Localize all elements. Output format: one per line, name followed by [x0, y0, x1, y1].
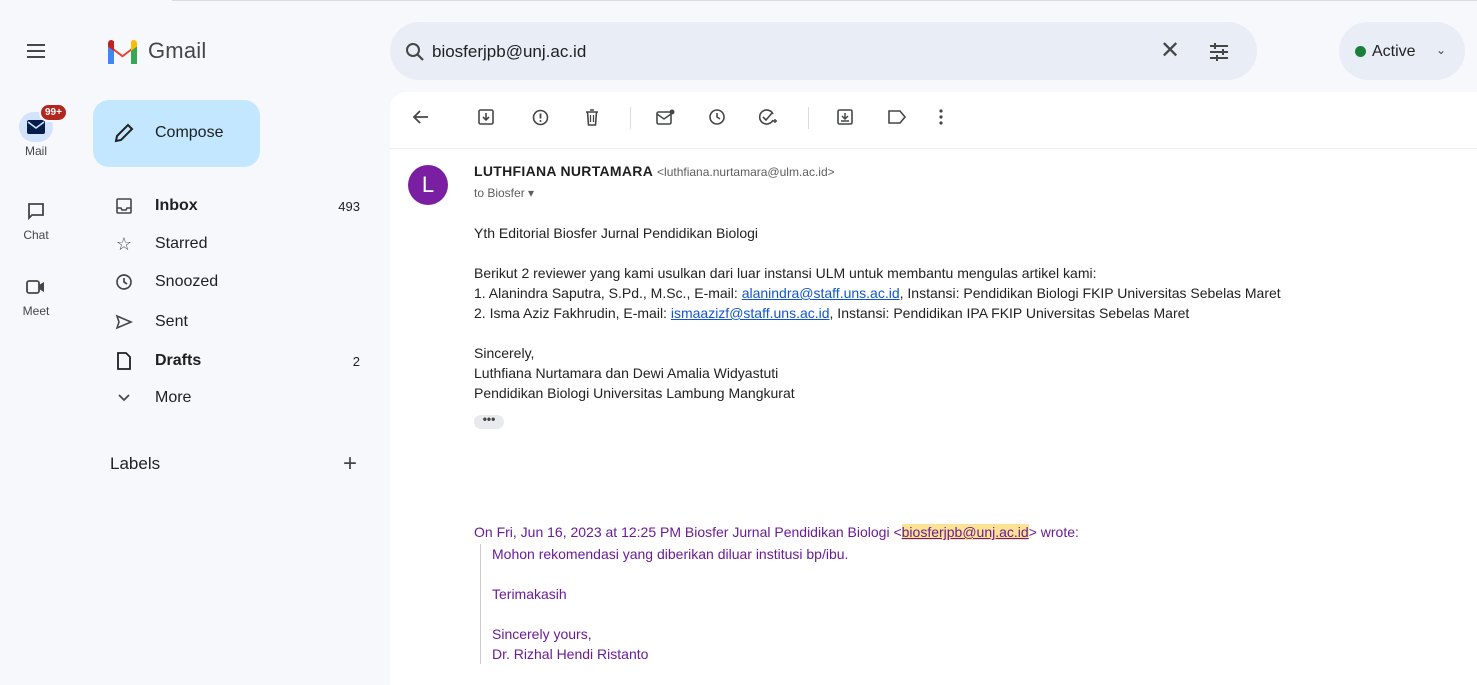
labels-heading: Labels [110, 454, 161, 473]
more-options-icon[interactable] [930, 106, 952, 128]
rail-mail-label: Mail [24, 144, 47, 158]
message-pane: L LUTHFIANA NURTAMARA <luthfiana.nurtama… [390, 92, 1477, 685]
quoted-message: Mohon rekomendasi yang diberikan diluar … [480, 544, 848, 664]
chevron-down-icon [112, 386, 136, 410]
rail-chat-label: Chat [23, 228, 49, 242]
sender-avatar[interactable]: L [408, 165, 448, 205]
compose-label: Compose [155, 124, 224, 141]
video-icon [26, 280, 44, 294]
sender-email: <luthfiana.nurtamara@ulm.ac.id> [657, 165, 835, 179]
nav-label: Starred [155, 235, 208, 252]
rail-meet-label: Meet [22, 304, 50, 318]
rail-meet[interactable]: Meet [0, 272, 72, 318]
add-to-tasks-icon[interactable] [756, 106, 778, 128]
status-label: Active [1372, 43, 1416, 60]
caret-down-icon: ▾ [528, 186, 535, 200]
nav-item-more[interactable]: More [94, 382, 376, 414]
status-dot [1355, 46, 1366, 57]
send-icon [112, 310, 136, 334]
clock-icon [112, 270, 136, 294]
nav-count: 493 [338, 198, 360, 214]
message-toolbar [390, 92, 1477, 142]
quoted-email-link[interactable]: biosferjpb@unj.ac.id [901, 524, 1029, 540]
signature-line-2: Pendidikan Biologi Universitas Lambung M… [474, 385, 795, 401]
nav-item-sent[interactable]: Sent [94, 306, 376, 338]
nav-item-drafts[interactable]: Drafts 2 [94, 345, 376, 377]
show-trimmed-content-button[interactable]: ••• [474, 413, 504, 429]
report-spam-icon[interactable] [529, 106, 551, 128]
tune-icon[interactable] [1207, 40, 1231, 64]
nav-count: 2 [352, 353, 360, 369]
gmail-m-icon [108, 39, 137, 64]
sender-line: LUTHFIANA NURTAMARA <luthfiana.nurtamara… [474, 163, 835, 179]
draft-icon [112, 349, 136, 373]
greeting-text: Yth Editorial Biosfer Jurnal Pendidikan … [474, 225, 759, 241]
star-icon: ☆ [115, 233, 133, 254]
label-icon[interactable] [886, 106, 908, 128]
nav-item-starred[interactable]: ☆ Starred [94, 228, 376, 260]
mark-unread-icon[interactable] [654, 106, 676, 128]
toolbar-divider-line [390, 148, 1477, 149]
search-bar[interactable]: biosferjpb@unj.ac.id ✕ [390, 22, 1257, 80]
archive-icon[interactable] [475, 106, 497, 128]
gmail-logo[interactable]: Gmail [106, 38, 206, 64]
snooze-icon[interactable] [706, 106, 728, 128]
close-icon[interactable]: ✕ [1160, 39, 1180, 63]
message-body: Yth Editorial Biosfer Jurnal Pendidikan … [474, 223, 1281, 429]
main-menu-icon[interactable] [24, 40, 48, 64]
reviewer-email-link-2[interactable]: ismaazizf@staff.uns.ac.id [671, 305, 830, 321]
app-name: Gmail [148, 38, 207, 63]
rail-mail[interactable]: 99+ Mail [0, 103, 72, 158]
compose-button[interactable]: Compose [93, 100, 260, 167]
signature-line-1: Luthfiana Nurtamara dan Dewi Amalia Widy… [474, 365, 779, 381]
nav-label: Sent [155, 313, 188, 330]
status-selector[interactable]: Active ⌄ [1339, 22, 1465, 80]
trash-icon[interactable] [581, 106, 603, 128]
nav-label: Drafts [155, 352, 202, 369]
pencil-icon [114, 123, 134, 143]
quoted-line: Mohon rekomendasi yang diberikan diluar … [492, 546, 849, 562]
search-icon[interactable] [403, 40, 427, 64]
toolbar-divider [808, 107, 809, 129]
search-input[interactable]: biosferjpb@unj.ac.id [432, 42, 586, 62]
nav-item-snoozed[interactable]: Snoozed [94, 266, 376, 298]
inbox-icon [112, 194, 136, 218]
nav-label: More [155, 389, 192, 406]
reviewer-line-1: 1. Alanindra Saputra, S.Pd., M.Sc., E-ma… [474, 285, 1281, 301]
sender-name[interactable]: LUTHFIANA NURTAMARA [474, 163, 653, 179]
recipient-details[interactable]: to Biosfer ▾ [474, 186, 534, 200]
rail-chat[interactable]: Chat [0, 196, 72, 242]
nav-item-inbox[interactable]: Inbox 493 [94, 190, 376, 222]
intro-text: Berikut 2 reviewer yang kami usulkan dar… [474, 265, 1097, 281]
add-label-icon[interactable]: + [343, 450, 357, 478]
back-arrow-icon[interactable] [410, 106, 432, 128]
quoted-line: Dr. Rizhal Hendi Ristanto [492, 646, 649, 662]
chevron-down-icon: ⌄ [1436, 43, 1447, 57]
chat-icon [28, 202, 44, 220]
reviewer-email-link-1[interactable]: alanindra@staff.uns.ac.id [742, 285, 900, 301]
quoted-header: On Fri, Jun 16, 2023 at 12:25 PM Biosfer… [474, 524, 1079, 540]
nav-label: Inbox [155, 197, 198, 214]
quoted-line: Terimakasih [492, 586, 567, 602]
reviewer-line-2: 2. Isma Aziz Fakhrudin, E-mail: ismaaziz… [474, 305, 1190, 321]
toolbar-divider [630, 107, 631, 129]
mail-icon [27, 120, 45, 134]
unread-badge: 99+ [39, 103, 68, 122]
nav-label: Snoozed [155, 273, 219, 290]
header: Gmail biosferjpb@unj.ac.id ✕ Active ⌄ [0, 0, 1477, 92]
recipient-text: to Biosfer [474, 186, 525, 200]
quoted-line: Sincerely yours, [492, 626, 592, 642]
move-to-icon[interactable] [834, 106, 856, 128]
closing-text: Sincerely, [474, 345, 535, 361]
